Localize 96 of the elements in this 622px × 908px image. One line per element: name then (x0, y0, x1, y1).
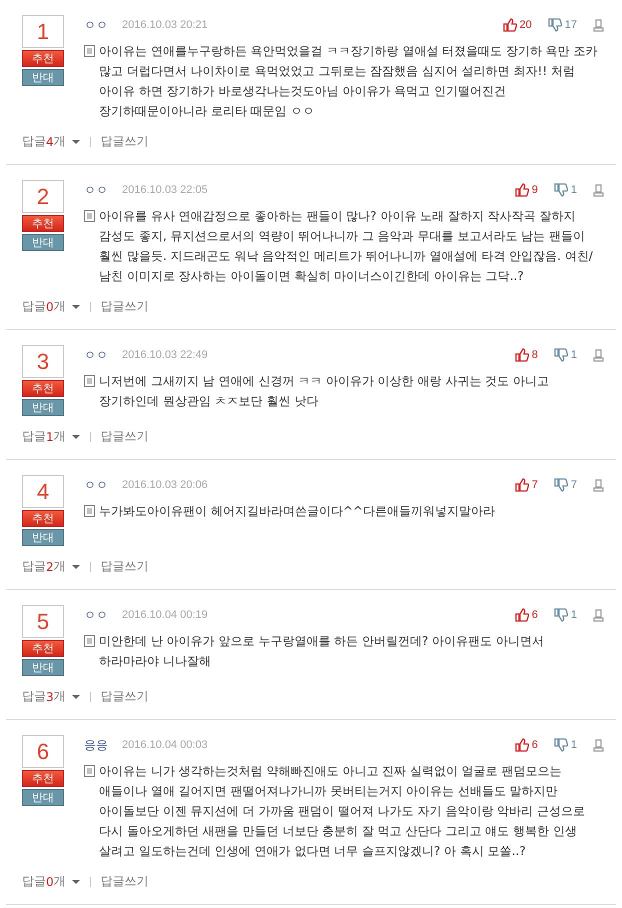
thumbs-up-icon (514, 183, 529, 197)
dislike-button[interactable]: 1 (554, 348, 577, 362)
dislike-button[interactable]: 1 (554, 738, 577, 752)
like-button[interactable]: 6 (514, 738, 538, 752)
comment-date: 2016.10.03 22:05 (122, 184, 208, 196)
thumbs-up-icon (502, 18, 516, 32)
author-name: ㅇㅇ (84, 476, 108, 494)
author-name: ㅇㅇ (84, 346, 108, 364)
like-button[interactable]: 20 (502, 18, 532, 32)
comment-text: 아이유는 연애를누구랑하든 욕안먹었을걸 ㅋㅋ장기하랑 열애설 터졌을때도 장기하 욕만 조카 많고 더럽다면서 나이차이로 욕먹었었고 그뒤로는 잠잠했음 심지어 설리하면 최자!! 처럼 아이유 하면 장기하가 바로생각나는것도아님 아이유가 욕먹고 인기떨어진건 장기하때문이아니라 로리타 때문임 ㅇㅇ (99, 43, 599, 120)
oppose-button[interactable]: 반대 (22, 529, 64, 546)
write-reply-link[interactable]: 답글쓰기 (100, 873, 149, 890)
reply-toggle[interactable]: 답글4개 (22, 133, 80, 150)
stamp-icon (593, 608, 604, 622)
comment-text: 아이유는 니가 생각하는것처럼 약해빠진애도 아니고 진짜 실력없이 얼굴로 팬덤모으는 애들이나 열애 길어지면 팬떨어져나가니까 못버티는거지 아이유는 선배들도 말하지만 아이돌보단 이젠 뮤지션에 더 가까움 팬덤이 떨어져 나가도 자기 음악이랑 악바리 근성으로 다시 돌아오게하던 새팬을 만들던 너보단 충분히 잘 먹고 산단다 그리고 얘도 행복한 인생 살려고 일도하는건데 인생에 연애가 없다면 너무 슬프지않겠니? 아 혹시 모쏠..? (99, 763, 586, 860)
rank-number: 1 (22, 15, 64, 48)
like-button[interactable]: 9 (514, 183, 538, 197)
thumbs-down-icon (548, 18, 562, 32)
stamp-icon (593, 184, 604, 196)
oppose-button[interactable]: 반대 (22, 399, 64, 416)
comment-date: 2016.10.04 00:19 (122, 609, 208, 621)
caret-down-icon (72, 694, 80, 698)
dislike-button[interactable]: 1 (554, 183, 577, 197)
thumbs-down-icon (554, 738, 568, 752)
recommend-button[interactable]: 추천 (22, 50, 64, 67)
stamp-icon (593, 348, 604, 362)
reply-toggle[interactable]: 답글0개 (22, 298, 80, 315)
stamp-icon (593, 738, 604, 752)
dislike-button[interactable]: 7 (554, 478, 577, 492)
author-name: 응응 (84, 736, 108, 754)
thumbs-down-icon (554, 478, 568, 492)
comment-date: 2016.10.04 00:03 (122, 739, 208, 751)
comment-date: 2016.10.03 22:49 (122, 349, 208, 361)
write-reply-link[interactable]: 답글쓰기 (100, 428, 149, 445)
report-button[interactable] (593, 738, 604, 752)
reply-toggle[interactable]: 답글3개 (22, 688, 80, 705)
memo-icon (84, 505, 95, 517)
like-button[interactable]: 8 (514, 348, 538, 362)
author-name: ㅇㅇ (84, 182, 108, 198)
rank-number: 3 (22, 345, 64, 378)
dislike-button[interactable]: 1 (554, 608, 577, 622)
author-name: ㅇㅇ (84, 606, 108, 624)
write-reply-link[interactable]: 답글쓰기 (100, 558, 149, 575)
caret-down-icon (72, 434, 80, 438)
oppose-button[interactable]: 반대 (22, 69, 64, 86)
comment-text: 누가봐도아이유팬이 헤어지길바라며쓴글이다^^다른애들끼워넣지말아라 (99, 503, 496, 520)
reply-toggle[interactable]: 답글0개 (22, 873, 80, 890)
memo-icon (84, 375, 95, 387)
rank-number: 5 (22, 605, 64, 638)
comment-text: 아이유를 유사 연애감정으로 좋아하는 팬들이 많나? 아이유 노래 잘하지 작사작곡 잘하지 감성도 좋지, 뮤지션으로서의 역량이 뛰어나니까 그 음악과 무대를 보고서라도 남는 팬들이 훨씬 많을듯. 지드래곤도 워낙 음악적인 메리트가 뛰어나니까 열애설에 타격 안입잖음. 여친/남친 이미지로 장사하는 아이돌이면 확실히 마이너스이긴한데 아이유는 그닥..? (99, 208, 594, 285)
comment-date: 2016.10.03 20:21 (122, 19, 208, 31)
oppose-button[interactable]: 반대 (22, 659, 64, 676)
oppose-button[interactable]: 반대 (22, 234, 64, 251)
write-reply-link[interactable]: 답글쓰기 (100, 133, 149, 150)
stamp-icon (593, 478, 604, 492)
thumbs-up-icon (514, 608, 529, 622)
report-button[interactable] (593, 348, 604, 362)
caret-down-icon (72, 880, 80, 884)
thumbs-up-icon (514, 348, 529, 362)
caret-down-icon (72, 140, 80, 144)
rank-number: 6 (22, 735, 64, 768)
stamp-icon (593, 18, 604, 32)
author-name: ㅇㅇ (84, 16, 108, 34)
rank-number: 2 (22, 180, 64, 213)
reply-toggle[interactable]: 답글2개 (22, 558, 80, 575)
thumbs-up-icon (514, 738, 529, 752)
comment-date: 2016.10.03 20:06 (122, 479, 208, 491)
thumbs-down-icon (554, 348, 568, 362)
memo-icon (84, 45, 95, 57)
reply-toggle[interactable]: 답글1개 (22, 428, 80, 445)
thumbs-down-icon (554, 183, 568, 197)
oppose-button[interactable]: 반대 (22, 789, 64, 806)
recommend-button[interactable]: 추천 (22, 770, 64, 787)
like-button[interactable]: 7 (514, 478, 538, 492)
recommend-button[interactable]: 추천 (22, 510, 64, 527)
caret-down-icon (72, 304, 80, 308)
dislike-button[interactable]: 17 (548, 18, 577, 32)
memo-icon (84, 765, 95, 777)
write-reply-link[interactable]: 답글쓰기 (100, 298, 149, 315)
write-reply-link[interactable]: 답글쓰기 (100, 688, 149, 705)
thumbs-up-icon (514, 478, 529, 492)
memo-icon (84, 635, 95, 647)
recommend-button[interactable]: 추천 (22, 215, 64, 232)
rank-number: 4 (22, 475, 64, 508)
recommend-button[interactable]: 추천 (22, 380, 64, 397)
caret-down-icon (72, 564, 80, 568)
report-button[interactable] (593, 608, 604, 622)
recommend-button[interactable]: 추천 (22, 640, 64, 657)
report-button[interactable] (593, 18, 604, 32)
like-button[interactable]: 6 (514, 608, 538, 622)
report-button[interactable] (593, 184, 604, 196)
comment-text: 미안한데 난 아이유가 앞으로 누구랑열애를 하든 안버릴껀데? 아이유팬도 아니면서 하라마라야 니나잘해 (99, 633, 545, 670)
thumbs-down-icon (554, 608, 568, 622)
report-button[interactable] (593, 478, 604, 492)
comment-text: 니저번에 그새끼지 남 연애에 신경꺼 ㅋㅋ 아이유가 이상한 애랑 사귀는 것도 아니고 장기하인데 뭔상관임 ㅊㅈ보단 훨씬 낫다 (99, 373, 550, 410)
memo-icon (84, 210, 95, 222)
